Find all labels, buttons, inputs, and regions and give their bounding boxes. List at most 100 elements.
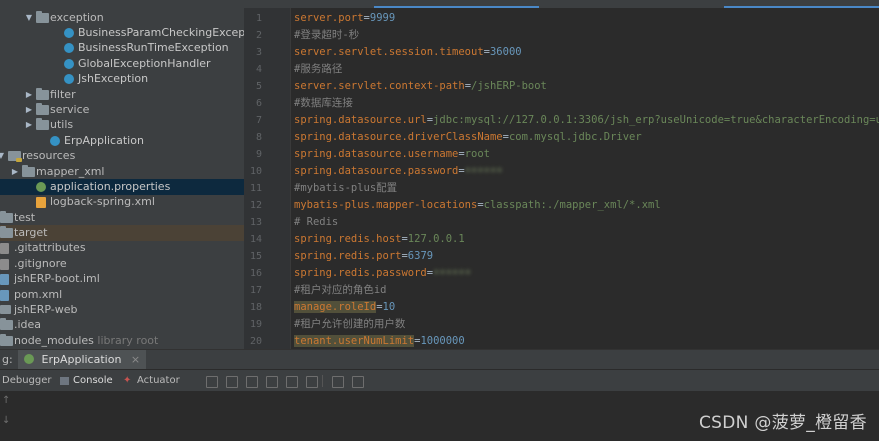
code-line: spring.datasource.url=jdbc:mysql://127.0…: [294, 112, 879, 129]
code-line: spring.datasource.driverClassName=com.my…: [294, 129, 642, 146]
tree-item[interactable]: BusinessRunTimeException: [0, 40, 244, 56]
evaluate-expression-icon[interactable]: [332, 376, 344, 388]
scroll-down-icon[interactable]: ↓: [2, 415, 10, 426]
tab-console[interactable]: Console: [73, 370, 113, 392]
tree-item[interactable]: ▼ exception: [0, 10, 244, 26]
tree-item[interactable]: ▶ mapper_xml: [0, 164, 244, 180]
step-out-icon[interactable]: [266, 376, 278, 388]
tree-item[interactable]: BusinessParamCheckingException: [0, 25, 244, 41]
run-tab-label: ErpApplication: [41, 353, 122, 366]
line-number: 9: [255, 149, 262, 160]
line-number: 12: [249, 200, 262, 211]
chevron-down-icon[interactable]: ▼: [0, 148, 6, 164]
code-comment: #mybatis-plus配置: [294, 182, 398, 194]
close-icon[interactable]: ×: [131, 353, 140, 366]
step-over-icon[interactable]: [206, 376, 218, 388]
line-number: 20: [249, 336, 262, 347]
tree-item-label: exception: [50, 11, 104, 24]
line-number: 17: [249, 285, 262, 296]
layout-settings-icon[interactable]: [352, 376, 364, 388]
code-comment: #服务路径: [294, 63, 343, 75]
folder-icon: [0, 226, 13, 238]
run-label: g:: [2, 353, 13, 366]
code-line: spring.datasource.username=root: [294, 146, 490, 163]
folder-icon: [0, 318, 13, 330]
watermark: CSDN @菠萝_橙留香: [699, 413, 867, 433]
code-editor[interactable]: server.port=9999 #登录超时-秒 server.servlet.se…: [291, 8, 879, 349]
tree-item[interactable]: .gitignore: [0, 256, 244, 272]
line-number: 1: [255, 13, 262, 24]
property-value: jdbc:mysql://127.0.0.1:3306/jsh_erp?useU…: [433, 114, 879, 126]
tree-item-label: .idea: [14, 318, 42, 331]
tab-actuator[interactable]: Actuator: [137, 370, 180, 392]
tree-item[interactable]: logback-spring.xml: [0, 194, 244, 210]
code-line: spring.redis.password=••••••: [294, 265, 471, 282]
tree-item[interactable]: GlobalExceptionHandler: [0, 56, 244, 72]
tree-item-label: BusinessRunTimeException: [78, 41, 229, 54]
folder-icon: [36, 11, 49, 23]
tree-item[interactable]: ▶ utils: [0, 117, 244, 133]
xml-file-icon: [36, 197, 46, 208]
tree-item[interactable]: node_modules library root: [0, 333, 244, 349]
tree-item[interactable]: .gitattributes: [0, 240, 244, 256]
property-key: spring.datasource.url: [294, 114, 427, 126]
tree-item[interactable]: ▶ service: [0, 102, 244, 118]
code-comment: #租户允许创建的用户数: [294, 318, 406, 330]
step-into-icon[interactable]: [226, 376, 238, 388]
tree-item-label: service: [50, 103, 90, 116]
property-value: 1000000: [420, 335, 465, 347]
tree-item-label: logback-spring.xml: [50, 195, 155, 208]
property-key: spring.datasource.password: [294, 165, 459, 177]
tree-item-label: application.properties: [50, 180, 171, 193]
tree-item[interactable]: .idea: [0, 317, 244, 333]
force-step-into-icon[interactable]: [246, 376, 258, 388]
tree-item-label: node_modules library root: [14, 334, 159, 347]
java-class-icon: [50, 136, 60, 146]
tree-item[interactable]: jshERP-boot.iml: [0, 271, 244, 287]
scroll-up-icon[interactable]: ↑: [2, 395, 10, 406]
chevron-right-icon[interactable]: ▶: [24, 87, 34, 103]
tree-item[interactable]: test: [0, 210, 244, 226]
tree-item[interactable]: application.properties: [0, 179, 244, 195]
tab-debugger[interactable]: Debugger: [2, 370, 52, 392]
property-key: spring.datasource.username: [294, 148, 459, 160]
project-tree: ▼ exception BusinessParamCheckingException…: [0, 0, 245, 349]
tree-item[interactable]: target: [0, 225, 244, 241]
tree-item[interactable]: pom.xml: [0, 287, 244, 303]
property-key: spring.datasource.driverClassName: [294, 131, 503, 143]
drop-frame-icon[interactable]: [286, 376, 298, 388]
file-icon: [0, 274, 9, 285]
tree-item[interactable]: ErpApplication: [0, 133, 244, 149]
code-comment: #数据库连接: [294, 97, 353, 109]
line-number: 2: [255, 30, 262, 41]
tree-item[interactable]: ▶ filter: [0, 87, 244, 103]
line-number: 14: [249, 234, 262, 245]
property-key: mybatis-plus.mapper-locations: [294, 199, 478, 211]
folder-icon: [0, 334, 13, 346]
line-number: 6: [255, 98, 262, 109]
chevron-right-icon[interactable]: ▶: [24, 102, 34, 118]
chevron-down-icon[interactable]: ▼: [24, 10, 34, 26]
chevron-right-icon[interactable]: ▶: [24, 117, 34, 133]
property-value: 10: [382, 301, 396, 313]
chevron-right-icon[interactable]: ▶: [10, 164, 20, 180]
tree-item[interactable]: jshERP-web: [0, 302, 244, 318]
code-line: # Redis: [294, 214, 338, 231]
run-tab-erpapplication[interactable]: ErpApplication ×: [18, 350, 147, 370]
tree-item-label: jshERP-boot.iml: [14, 272, 100, 285]
line-number: 5: [255, 81, 262, 92]
line-number: 18: [249, 302, 262, 313]
folder-icon: [22, 165, 35, 177]
tree-item[interactable]: ▼ resources: [0, 148, 244, 164]
editor-tab-strip[interactable]: [244, 0, 879, 8]
resources-folder-icon: [8, 151, 22, 162]
code-line: #mybatis-plus配置: [294, 180, 397, 197]
run-to-cursor-icon[interactable]: [306, 376, 318, 388]
folder-icon: [0, 211, 13, 223]
tree-item-label: pom.xml: [14, 288, 63, 301]
line-number: 19: [249, 319, 262, 330]
property-value: 127.0.0.1: [407, 233, 465, 245]
property-value: ••••••: [433, 267, 472, 279]
java-class-icon: [64, 59, 74, 69]
tree-item[interactable]: JshException: [0, 71, 244, 87]
